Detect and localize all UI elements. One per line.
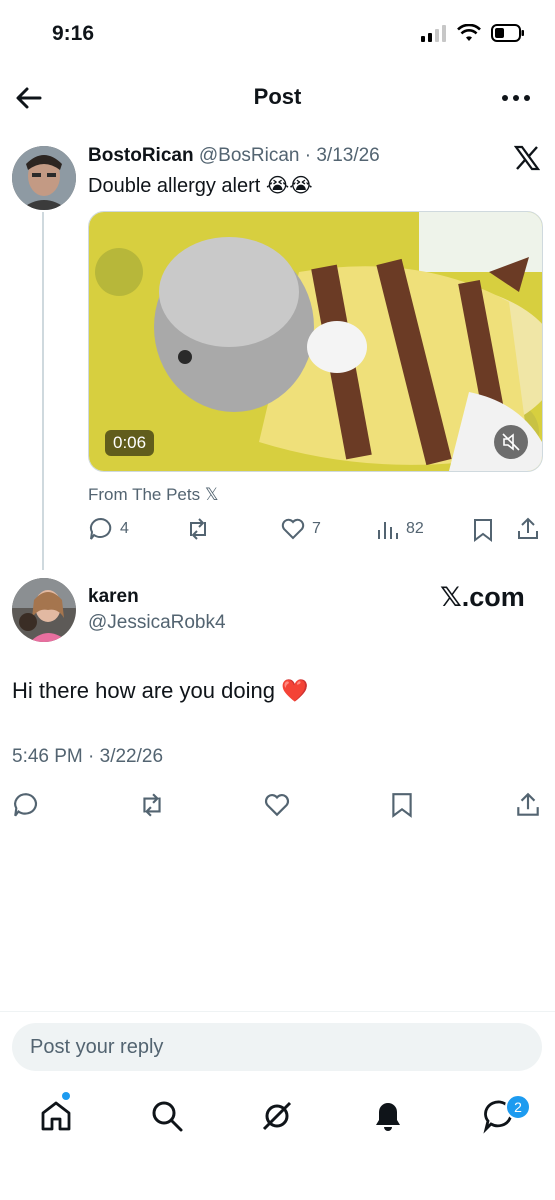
like-count: 7 xyxy=(312,520,321,537)
bookmark-icon[interactable] xyxy=(390,791,414,819)
status-icons xyxy=(421,24,525,42)
thread-line xyxy=(42,212,44,570)
home-notification-dot xyxy=(62,1092,70,1100)
share-icon[interactable] xyxy=(515,516,541,542)
mute-icon xyxy=(502,433,520,451)
quoted-header: BostoRican @BosRican · 3/13/26 xyxy=(88,145,380,167)
reply-input[interactable]: Post your reply xyxy=(12,1023,542,1071)
search-icon[interactable] xyxy=(149,1098,185,1134)
signal-icon xyxy=(421,25,446,42)
bookmark-icon[interactable] xyxy=(472,517,494,543)
post-date: 3/13/26 xyxy=(316,145,380,166)
repost-button[interactable] xyxy=(185,516,211,542)
like-icon xyxy=(281,518,305,540)
post-text: Double allergy alert 😭😭 xyxy=(88,175,313,197)
bell-icon[interactable] xyxy=(370,1098,406,1134)
avatar[interactable] xyxy=(12,146,76,210)
handle[interactable]: @JessicaRobk4 xyxy=(88,612,226,634)
status-time: 9:16 xyxy=(52,22,95,45)
home-icon[interactable] xyxy=(38,1098,74,1134)
source-label: From The Pets 𝕏 xyxy=(88,485,219,504)
like-button[interactable]: 7 xyxy=(280,516,321,542)
messages-badge: 2 xyxy=(505,1094,531,1120)
divider xyxy=(0,1011,555,1012)
view-count: 82 xyxy=(406,520,424,537)
reply-icon xyxy=(89,517,112,540)
watermark: 𝕏.com xyxy=(440,582,525,612)
like-icon[interactable] xyxy=(263,791,291,819)
avatar[interactable] xyxy=(12,578,76,642)
battery-icon xyxy=(491,24,524,42)
repost-icon xyxy=(190,518,206,540)
share-icon[interactable] xyxy=(514,791,542,819)
views-icon xyxy=(378,522,398,539)
reply-count: 4 xyxy=(120,520,129,537)
grok-icon[interactable] xyxy=(259,1098,295,1134)
wifi-icon xyxy=(457,24,481,41)
post-text: Hi there how are you doing ❤️ xyxy=(12,678,309,703)
post-timestamp: 5:46 PM · 3/22/26 xyxy=(12,746,164,767)
display-name[interactable]: karen xyxy=(88,586,139,608)
more-icon[interactable] xyxy=(501,88,531,108)
reply-icon[interactable] xyxy=(12,791,40,819)
handle[interactable]: @BosRican xyxy=(199,145,300,166)
separator: · xyxy=(299,145,317,166)
mute-button[interactable] xyxy=(494,425,528,459)
video-player[interactable] xyxy=(88,211,543,472)
reply-placeholder: Post your reply xyxy=(30,1035,164,1058)
reply-button[interactable]: 4 xyxy=(88,516,129,542)
repost-icon[interactable] xyxy=(138,791,166,819)
views-button[interactable]: 82 xyxy=(376,516,424,542)
display-name[interactable]: BostoRican xyxy=(88,145,194,166)
page-title: Post xyxy=(253,84,302,109)
video-duration: 0:06 xyxy=(105,430,155,456)
x-logo-icon xyxy=(514,145,540,171)
